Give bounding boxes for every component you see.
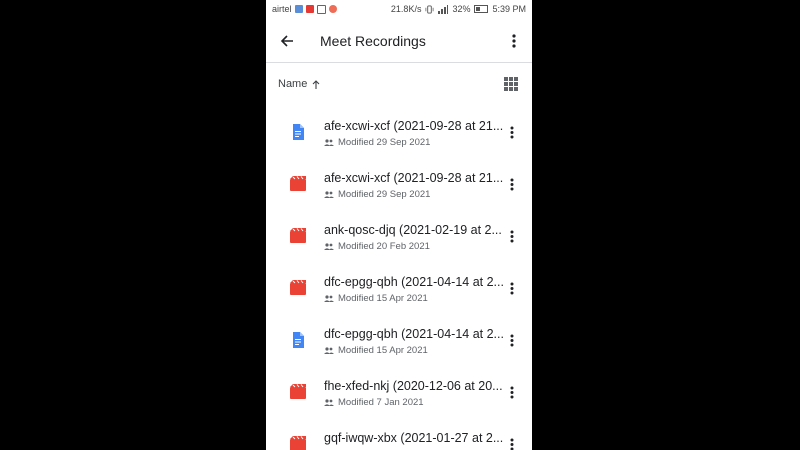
file-more-button[interactable] xyxy=(504,226,520,246)
video-icon xyxy=(290,228,306,243)
file-more-button[interactable] xyxy=(504,382,520,402)
file-name: afe-xcwi-xcf (2021-09-28 at 21... xyxy=(324,119,504,133)
file-meta: Modified 15 Apr 2021 xyxy=(324,293,428,304)
app-bar: Meet Recordings xyxy=(266,20,532,63)
page-title: Meet Recordings xyxy=(320,33,426,49)
file-row[interactable]: fhe-xfed-nkj (2020-12-06 at 20... Modifi… xyxy=(266,368,532,420)
file-more-button[interactable] xyxy=(504,174,520,194)
sort-label: Name xyxy=(278,78,308,90)
youtube-icon xyxy=(305,5,314,13)
file-name: ank-qosc-djq (2021-02-19 at 2... xyxy=(324,223,502,237)
file-modified: Modified 15 Apr 2021 xyxy=(338,293,428,304)
notification-box-icon xyxy=(316,4,326,14)
shared-icon xyxy=(324,139,334,146)
file-row[interactable]: ank-qosc-djq (2021-02-19 at 2... Modifie… xyxy=(266,212,532,264)
more-vert-icon xyxy=(510,438,514,450)
file-modified: Modified 15 Apr 2021 xyxy=(338,345,428,356)
file-modified: Modified 29 Sep 2021 xyxy=(338,189,431,200)
file-row[interactable]: gqf-iwqw-xbx (2021-01-27 at 2... xyxy=(266,420,532,450)
file-meta: Modified 15 Apr 2021 xyxy=(324,345,428,356)
status-bar: airtel 21.8K/s 32% 5:39 PM xyxy=(266,0,532,20)
status-right: 21.8K/s 32% 5:39 PM xyxy=(391,4,526,14)
file-more-button[interactable] xyxy=(504,434,520,450)
arrow-back-icon xyxy=(280,35,293,47)
file-meta: Modified 7 Jan 2021 xyxy=(324,397,424,408)
arrow-up-icon xyxy=(312,79,320,89)
file-modified: Modified 29 Sep 2021 xyxy=(338,137,431,148)
video-icon xyxy=(290,176,306,191)
shared-icon xyxy=(324,295,334,302)
file-meta: Modified 29 Sep 2021 xyxy=(324,189,430,200)
file-row[interactable]: afe-xcwi-xcf (2021-09-28 at 21... Modifi… xyxy=(266,160,532,212)
more-vert-icon xyxy=(510,386,514,398)
video-icon xyxy=(290,384,306,399)
more-vert-icon xyxy=(510,126,514,138)
file-name: dfc-epgg-qbh (2021-04-14 at 2... xyxy=(324,275,504,289)
file-modified: Modified 7 Jan 2021 xyxy=(338,397,424,408)
signal-icon xyxy=(438,4,449,14)
carrier-label: airtel xyxy=(272,4,292,14)
sort-by-name-button[interactable]: Name xyxy=(278,78,320,90)
video-icon xyxy=(290,436,306,450)
notification-icon xyxy=(294,5,303,13)
file-name: fhe-xfed-nkj (2020-12-06 at 20... xyxy=(324,379,503,393)
file-more-button[interactable] xyxy=(504,330,520,350)
file-more-button[interactable] xyxy=(504,122,520,142)
file-meta: Modified 20 Feb 2021 xyxy=(324,241,430,252)
sort-bar: Name xyxy=(266,68,532,100)
file-modified: Modified 20 Feb 2021 xyxy=(338,241,430,252)
more-vert-icon xyxy=(510,334,514,346)
more-vert-icon xyxy=(510,230,514,242)
shared-icon xyxy=(324,399,334,406)
more-vert-icon xyxy=(510,282,514,294)
document-icon xyxy=(293,124,304,140)
status-left: airtel xyxy=(272,4,337,14)
clock: 5:39 PM xyxy=(492,4,526,14)
file-row[interactable]: afe-xcwi-xcf (2021-09-28 at 21... Modifi… xyxy=(266,108,532,160)
more-vert-icon xyxy=(512,34,516,48)
document-icon xyxy=(293,332,304,348)
file-more-button[interactable] xyxy=(504,278,520,298)
shared-icon xyxy=(324,191,334,198)
more-vert-icon xyxy=(510,178,514,190)
network-speed: 21.8K/s xyxy=(390,4,422,14)
file-name: gqf-iwqw-xbx (2021-01-27 at 2... xyxy=(324,431,504,445)
file-row[interactable]: dfc-epgg-qbh (2021-04-14 at 2... Modifie… xyxy=(266,316,532,368)
grid-view-icon[interactable] xyxy=(504,77,518,91)
app-notification-icon xyxy=(328,5,337,13)
shared-icon xyxy=(324,243,334,250)
battery-percent: 32% xyxy=(452,4,471,14)
shared-icon xyxy=(324,347,334,354)
phone-screen: airtel 21.8K/s 32% 5:39 PM Meet Recordin… xyxy=(266,0,532,450)
back-button[interactable] xyxy=(276,30,298,52)
battery-icon xyxy=(474,5,489,13)
file-list: afe-xcwi-xcf (2021-09-28 at 21... Modifi… xyxy=(266,108,532,450)
file-name: dfc-epgg-qbh (2021-04-14 at 2... xyxy=(324,327,504,341)
file-row[interactable]: dfc-epgg-qbh (2021-04-14 at 2... Modifie… xyxy=(266,264,532,316)
video-icon xyxy=(290,280,306,295)
vibrate-icon xyxy=(425,4,434,14)
file-name: afe-xcwi-xcf (2021-09-28 at 21... xyxy=(324,171,504,185)
file-meta: Modified 29 Sep 2021 xyxy=(324,137,430,148)
more-options-button[interactable] xyxy=(504,31,524,51)
